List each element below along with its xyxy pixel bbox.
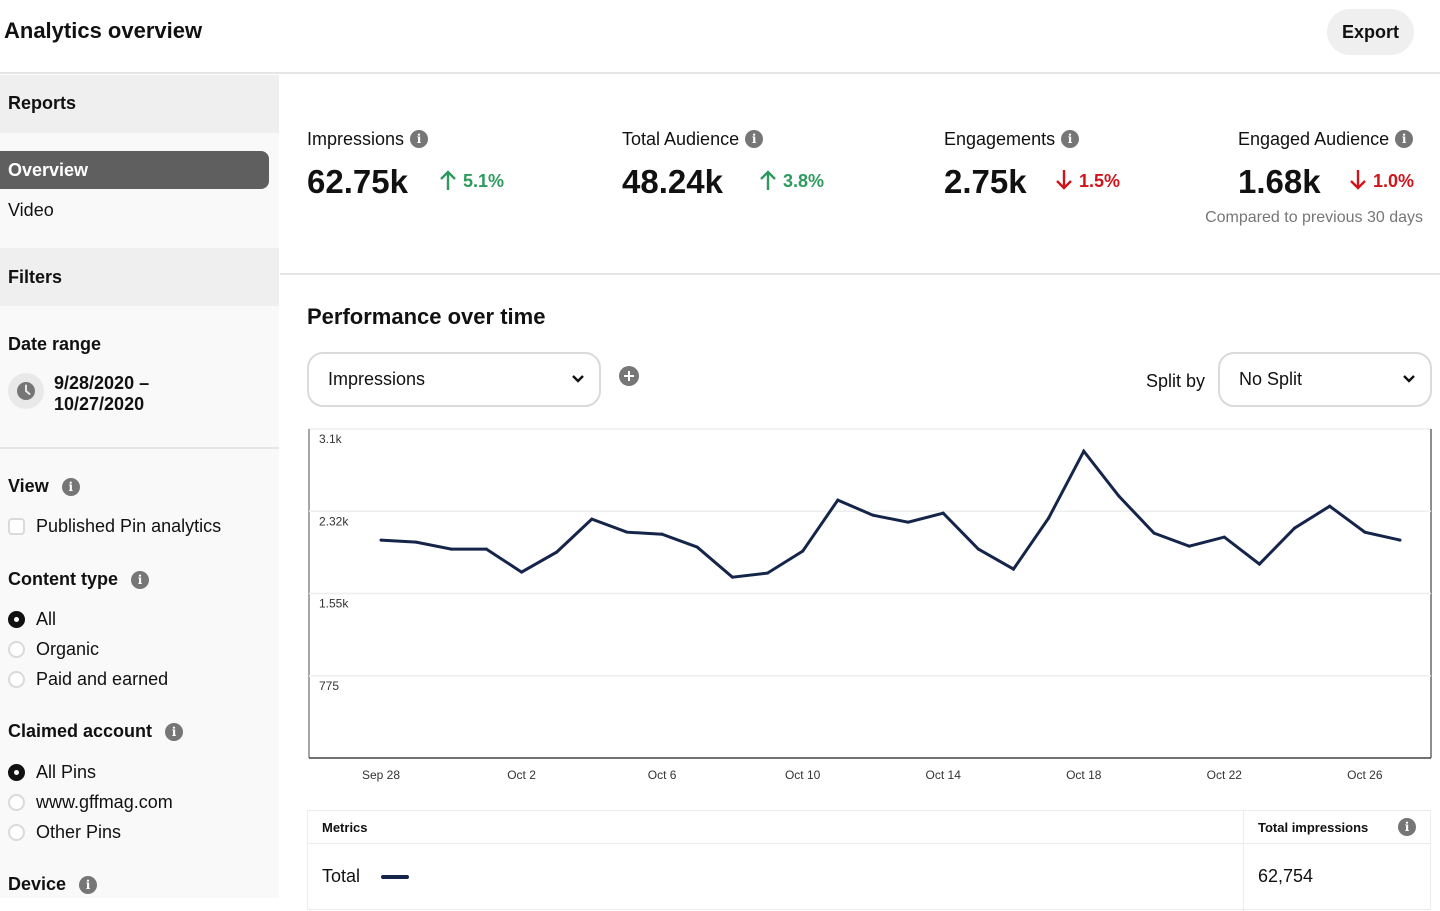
sidebar-divider [0, 447, 279, 449]
date-range-value[interactable]: 9/28/2020 – 10/27/2020 [54, 373, 149, 415]
info-icon[interactable]: i [61, 478, 80, 497]
device-label: Device i [8, 874, 98, 895]
radio-selected-icon [8, 611, 25, 628]
checkbox-icon [8, 518, 25, 535]
radio-selected-icon [8, 764, 25, 781]
page-title: Analytics overview [4, 18, 203, 43]
stat-label: Total Audience [622, 129, 740, 149]
main-content: Impressions i 62.75k 5.1% Total Audience i… [280, 75, 1440, 911]
stat-engagements: Engagements i 2.75k 1.5% [944, 129, 1120, 200]
stat-value: 48.24k [622, 163, 723, 200]
filters-section-header: Filters [0, 248, 279, 306]
view-label-text: View [8, 476, 49, 496]
stat-delta-text: 3.8% [783, 171, 825, 191]
radio-icon [8, 824, 25, 841]
reports-heading: Reports [8, 93, 77, 113]
date-range-start: 9/28/2020 – [54, 373, 150, 393]
export-button[interactable]: Export [1327, 9, 1414, 55]
compare-note: Compared to previous 30 days [1205, 209, 1423, 226]
performance-title: Performance over time [307, 304, 546, 329]
stat-delta-text: 5.1% [463, 171, 505, 191]
stat-impressions: Impressions i 62.75k 5.1% [307, 129, 504, 200]
device-label-text: Device [8, 874, 67, 894]
split-select-value: No Split [1239, 369, 1303, 389]
arrow-up-icon [440, 170, 456, 191]
metric-select[interactable]: Impressions [307, 352, 601, 407]
stat-label: Engagements [944, 129, 1056, 149]
claimed-account-label: Claimed account i [8, 721, 184, 742]
split-select[interactable]: No Split [1218, 352, 1432, 407]
info-icon[interactable]: i [1061, 129, 1080, 148]
arrow-up-icon [760, 170, 776, 191]
date-range-label: Date range [8, 334, 102, 354]
stat-delta: 1.0% [1349, 170, 1415, 192]
row-value: 62,754 [1258, 866, 1314, 886]
chevron-down-icon [1403, 375, 1415, 383]
radio-label: All [36, 609, 57, 629]
sidebar: Reports Overview Video Filters Date rang… [0, 75, 279, 898]
stat-value: 2.75k [944, 163, 1027, 200]
reports-section-header: Reports [0, 75, 279, 133]
info-icon[interactable]: i [131, 571, 150, 590]
info-icon[interactable]: i [165, 723, 184, 742]
column-header-total-impressions: Total impressions [1258, 820, 1369, 835]
stat-total-audience: Total Audience i 48.24k 3.8% [622, 129, 824, 200]
radio-icon [8, 671, 25, 688]
content-type-label-text: Content type [8, 569, 118, 589]
chevron-down-icon [572, 375, 584, 383]
view-label: View i [8, 476, 80, 497]
stat-delta: 5.1% [439, 170, 505, 192]
add-metric-button[interactable] [619, 366, 639, 386]
filters-heading: Filters [8, 267, 63, 287]
radio-label: Paid and earned [36, 669, 169, 689]
main-divider [280, 273, 1440, 275]
metric-select-value: Impressions [328, 369, 426, 389]
stat-label: Impressions [307, 129, 405, 149]
radio-label: All Pins [36, 762, 97, 782]
top-bar: Analytics overview Export [0, 0, 1440, 74]
split-by-label: Split by [1146, 371, 1206, 391]
info-icon[interactable]: i [745, 129, 764, 148]
metrics-table: Metrics Total impressions i Total 62,754 [307, 810, 1431, 911]
radio-label: www.gffmag.com [36, 792, 173, 812]
radio-label: Other Pins [36, 822, 122, 842]
date-range-end: 10/27/2020 [54, 394, 145, 414]
arrow-down-icon [1350, 170, 1366, 190]
stat-engaged-audience: Engaged Audience i 1.68k 1.0% [1238, 129, 1414, 200]
info-icon[interactable]: i [79, 876, 98, 895]
radio-icon [8, 794, 25, 811]
checkbox-label: Published Pin analytics [36, 516, 222, 536]
info-icon[interactable]: i [1398, 818, 1416, 836]
clock-icon [17, 382, 35, 400]
column-header-metrics: Metrics [322, 820, 368, 835]
stat-delta: 1.5% [1055, 170, 1121, 192]
radio-label: Organic [36, 639, 100, 659]
table-header: Metrics Total impressions i [308, 811, 1430, 844]
stat-delta-text: 1.5% [1079, 171, 1121, 191]
legend-swatch [381, 875, 409, 879]
stat-delta-text: 1.0% [1373, 171, 1415, 191]
sidebar-item-overview[interactable]: Overview [0, 151, 269, 189]
stat-value: 62.75k [307, 163, 408, 200]
sidebar-item-video[interactable]: Video [0, 191, 269, 229]
radio-icon [8, 641, 25, 658]
stat-label: Engaged Audience [1238, 129, 1390, 149]
stat-delta: 3.8% [759, 170, 825, 192]
info-icon[interactable]: i [410, 129, 429, 148]
content-type-label: Content type i [8, 569, 150, 590]
row-metric: Total [322, 866, 361, 886]
date-range-button[interactable] [8, 373, 44, 409]
claimed-account-label-text: Claimed account [8, 721, 153, 741]
column-divider [1243, 811, 1244, 911]
arrow-down-icon [1056, 170, 1072, 190]
info-icon[interactable]: i [1395, 129, 1414, 148]
stat-value: 1.68k [1238, 163, 1321, 200]
